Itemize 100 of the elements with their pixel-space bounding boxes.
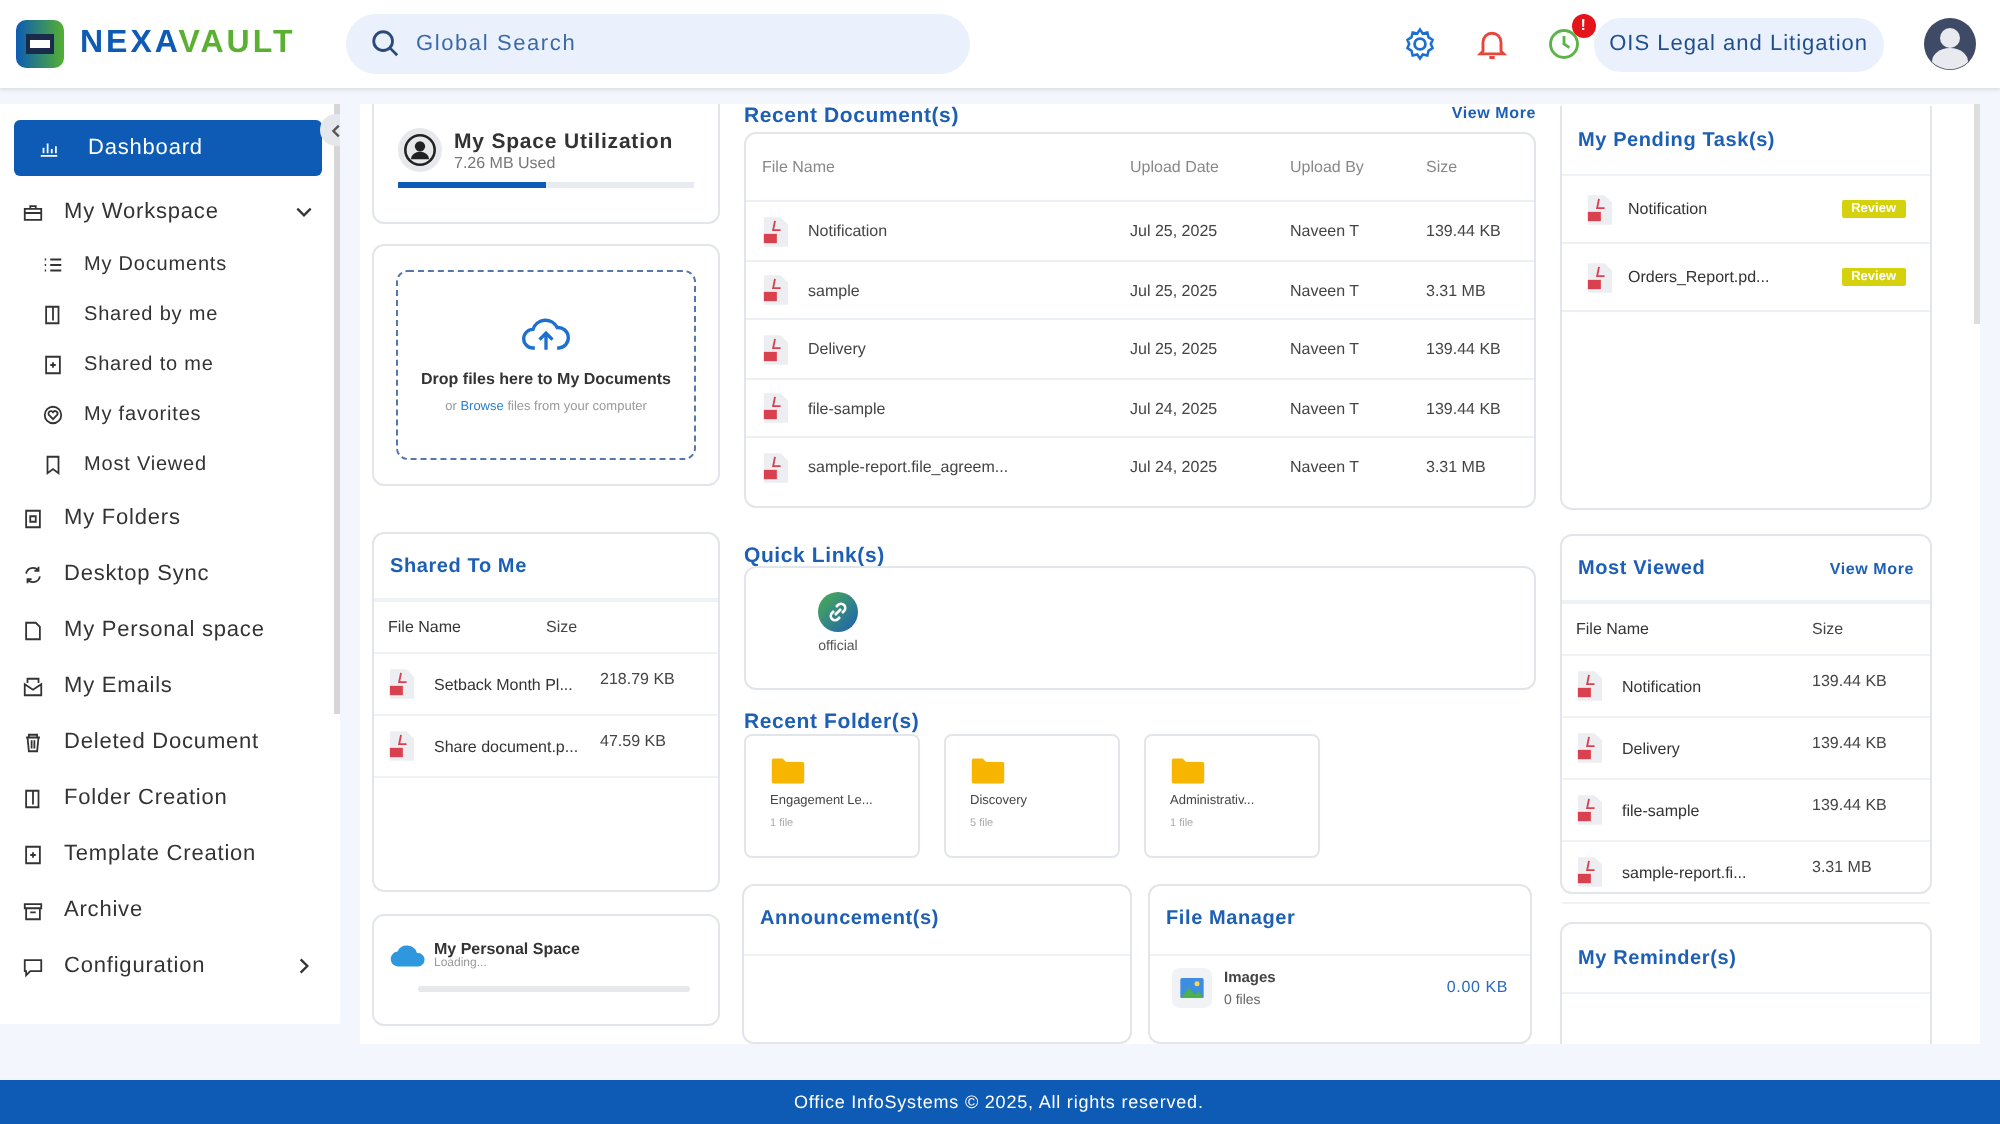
table-cell-text: Naveen T — [1290, 281, 1362, 300]
footer-text: Office InfoSystems © 2025, All rights reserved. — [794, 1092, 1204, 1112]
table-cell-text: Naveen T — [1290, 399, 1362, 418]
pdf-icon — [762, 451, 788, 484]
door-icon — [22, 787, 44, 809]
table-cell-text: 3.31 MB — [1426, 458, 1488, 477]
column-header: Size — [1812, 620, 1846, 638]
chevron-left-icon — [327, 121, 340, 139]
card-title: Shared To Me — [390, 555, 527, 577]
sidebar-item[interactable]: Deleted Document — [14, 714, 322, 770]
pdf-icon — [1576, 670, 1602, 702]
image-icon — [1180, 977, 1204, 998]
card-title: Most Viewed — [1578, 557, 1706, 579]
pdf-icon — [762, 392, 788, 425]
file-name[interactable]: Delivery — [1622, 739, 1680, 757]
list-icon — [42, 254, 64, 276]
cloud-upload-icon — [520, 316, 572, 354]
folder-icon — [970, 755, 1006, 786]
pdf-icon — [1576, 732, 1602, 764]
add-page-icon — [42, 354, 64, 376]
view-more-link[interactable]: View More — [1451, 104, 1536, 122]
view-more-link[interactable]: View More — [1829, 559, 1914, 577]
link-icon[interactable] — [818, 591, 858, 632]
file-name[interactable]: file-sample — [808, 399, 886, 418]
pdf-icon — [762, 333, 788, 366]
table-cell-text: 3.31 MB — [1426, 281, 1488, 300]
sidebar-item[interactable]: Configuration — [14, 938, 322, 994]
search-field[interactable]: Global Search — [346, 14, 970, 74]
pdf-icon — [1586, 261, 1612, 293]
file-size: 139.44 KB — [1812, 732, 1889, 752]
file-name[interactable]: sample — [808, 281, 860, 300]
bell-icon[interactable] — [1473, 26, 1510, 62]
drop-title: Drop files here to My Documents — [421, 370, 671, 388]
chat-icon — [22, 955, 44, 977]
avatar-icon[interactable] — [1924, 18, 1976, 70]
cloud-icon — [390, 943, 426, 967]
file-name[interactable]: sample-report.fi... — [1622, 863, 1747, 881]
clock-icon[interactable] — [1545, 26, 1582, 62]
pdf-icon — [388, 730, 414, 762]
sidebar-item[interactable]: My Emails — [14, 658, 322, 714]
organization-button[interactable]: OIS Legal and Litigation — [1593, 17, 1884, 71]
pdf-icon — [1576, 794, 1602, 826]
file-size: 139.44 KB — [1812, 794, 1889, 814]
task-name[interactable]: Orders_Report.pd... — [1628, 268, 1826, 286]
category-size: 0.00 KB — [1446, 978, 1508, 997]
card-title: My Reminder(s) — [1578, 947, 1737, 969]
pdf-icon — [388, 668, 414, 700]
briefcase-icon — [22, 201, 44, 223]
table-cell-text: Jul 25, 2025 — [1130, 340, 1220, 359]
search-icon — [370, 28, 400, 58]
table-cell-text: Jul 24, 2025 — [1130, 458, 1220, 477]
sidebar-item[interactable]: Archive — [14, 882, 322, 938]
file-name[interactable]: file-sample — [1622, 801, 1700, 819]
file-name[interactable]: sample-report.file_agreem... — [808, 458, 1009, 477]
table-cell-text: Jul 25, 2025 — [1130, 281, 1220, 300]
folder-icon — [22, 507, 44, 529]
sidebar-item[interactable]: My Workspace — [14, 184, 322, 240]
table-cell-text: Jul 24, 2025 — [1130, 399, 1220, 418]
settings-icon[interactable] — [1401, 26, 1438, 62]
sidebar-subitem[interactable]: Shared to me — [14, 340, 322, 390]
pdf-icon — [1576, 856, 1602, 888]
heart-icon — [42, 404, 64, 426]
sidebar-subitem[interactable]: Most Viewed — [14, 440, 322, 490]
file-name[interactable]: Setback Month Pl... — [434, 675, 573, 693]
sidebar-item[interactable]: Folder Creation — [14, 770, 322, 826]
card-title: File Manager — [1166, 908, 1296, 931]
sidebar-item[interactable]: Desktop Sync — [14, 546, 322, 602]
column-header: File Name — [762, 158, 837, 177]
logo-icon — [16, 20, 64, 68]
card-title: My Pending Task(s) — [1578, 129, 1776, 151]
sidebar-item[interactable]: Dashboard — [14, 120, 322, 176]
sidebar-item[interactable]: My Folders — [14, 490, 322, 546]
section-title: Recent Document(s) — [744, 104, 959, 128]
file-size: 3.31 MB — [1812, 856, 1874, 876]
task-name[interactable]: Notification — [1628, 200, 1826, 218]
table-cell-text: 139.44 KB — [1426, 399, 1503, 418]
sidebar-subitem[interactable]: My favorites — [14, 390, 322, 440]
table-cell-text: Naveen T — [1290, 340, 1362, 359]
sidebar-subitem[interactable]: Shared by me — [14, 290, 322, 340]
sidebar-item[interactable]: My Personal space — [14, 602, 322, 658]
logo-text: NEXAVAULT — [80, 26, 296, 62]
column-header: Upload By — [1290, 158, 1366, 177]
add-page-icon — [22, 843, 44, 865]
notification-badge: ! — [1571, 14, 1596, 38]
folder-icon — [770, 755, 806, 786]
file-name[interactable]: Notification — [808, 222, 888, 241]
table-cell-text: Naveen T — [1290, 222, 1362, 241]
column-header: Size — [546, 618, 580, 636]
file-name[interactable]: Delivery — [808, 340, 866, 359]
archive-icon — [22, 899, 44, 921]
column-header: File Name — [388, 618, 463, 636]
table-cell-text: 139.44 KB — [1426, 340, 1503, 359]
table-cell-text: Jul 25, 2025 — [1130, 222, 1220, 241]
sidebar-item[interactable]: Template Creation — [14, 826, 322, 882]
sidebar-subitem[interactable]: My Documents — [14, 240, 322, 290]
file-name[interactable]: Share document.p... — [434, 737, 579, 755]
pdf-icon — [1586, 193, 1612, 225]
file-name[interactable]: Notification — [1622, 677, 1702, 695]
pdf-icon — [762, 274, 788, 307]
usage-text: 7.26 MB Used — [454, 153, 558, 171]
